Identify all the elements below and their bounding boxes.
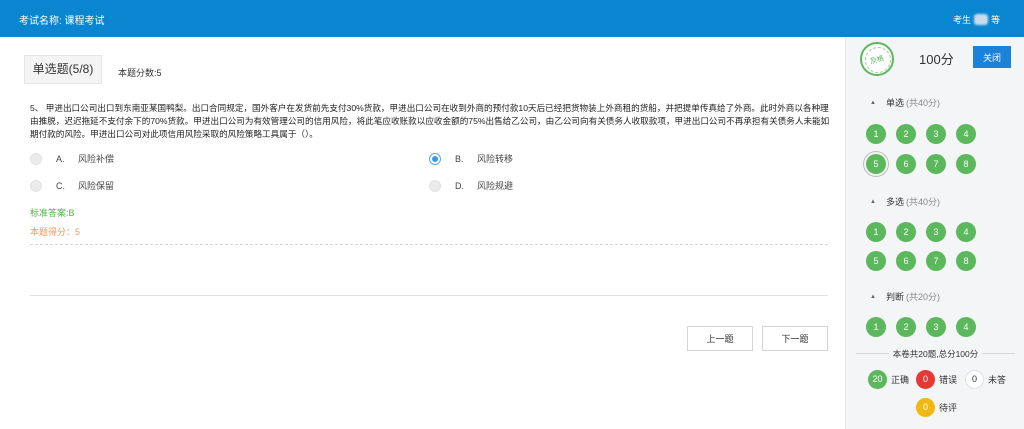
dashed-divider <box>30 244 828 245</box>
judge-q-4[interactable]: 4 <box>956 317 976 337</box>
legend-correct-label: 正确 <box>891 375 910 385</box>
multi-q-3[interactable]: 3 <box>926 222 946 242</box>
exam-summary: 本卷共20题,总分100分 <box>846 348 1024 360</box>
section-points: (共20分) <box>905 292 940 302</box>
section-header-judge[interactable]: ▲ 判断 (共20分) <box>870 290 940 303</box>
option-a[interactable]: A. 风险补偿 <box>30 152 114 165</box>
single-q-1[interactable]: 1 <box>866 124 886 144</box>
prev-question-button[interactable]: 上一题 <box>687 326 753 351</box>
student-name-tail: 等 <box>990 15 1000 25</box>
student-label: 考生 <box>952 15 971 25</box>
option-c-radio[interactable] <box>30 179 42 192</box>
divider <box>30 295 828 296</box>
student-name-redacted <box>973 14 988 25</box>
question-score: 本题分数:5 <box>118 68 162 78</box>
option-b-letter: B. <box>455 153 464 164</box>
multi-q-5[interactable]: 5 <box>866 251 886 271</box>
legend-wrong-label: 错误 <box>939 375 958 385</box>
single-q-5-current[interactable]: 5 <box>866 154 886 174</box>
option-a-radio[interactable] <box>30 152 42 165</box>
stamp-text: 及格 <box>869 55 885 66</box>
legend-pending-count: 0 <box>916 398 935 417</box>
option-c-text: 风险保留 <box>78 181 115 191</box>
single-q-2[interactable]: 2 <box>896 124 916 144</box>
judge-q-1[interactable]: 1 <box>866 317 886 337</box>
student-info: 考生 等 <box>953 13 1000 26</box>
legend-unanswered: 0 未答 <box>965 370 1006 389</box>
option-a-letter: A. <box>56 153 65 164</box>
section-name: 单选 <box>885 98 904 108</box>
multi-q-7[interactable]: 7 <box>926 251 946 271</box>
legend-unanswered-label: 未答 <box>988 375 1007 385</box>
option-b[interactable]: B. 风险转移 <box>429 152 513 165</box>
question-type-label: 单选题(5/8) <box>24 55 102 84</box>
section-header-multiple[interactable]: ▲ 多选 (共40分) <box>870 195 940 208</box>
close-button[interactable]: 关闭 <box>973 46 1011 68</box>
legend-wrong-count: 0 <box>916 370 935 389</box>
legend-correct: 20 正确 <box>868 370 909 389</box>
collapse-triangle-icon: ▲ <box>870 198 876 205</box>
multi-q-6[interactable]: 6 <box>896 251 916 271</box>
single-q-8[interactable]: 8 <box>956 154 976 174</box>
option-d[interactable]: D. 风险规避 <box>429 179 513 192</box>
legend-correct-count: 20 <box>868 370 887 389</box>
collapse-triangle-icon: ▲ <box>870 293 876 300</box>
next-question-button[interactable]: 下一题 <box>762 326 828 351</box>
option-d-radio[interactable] <box>429 179 441 192</box>
legend-pending-label: 待评 <box>939 403 958 413</box>
multi-q-8[interactable]: 8 <box>956 251 976 271</box>
pass-stamp-icon: 及格 <box>860 42 894 76</box>
multi-q-1[interactable]: 1 <box>866 222 886 242</box>
option-b-text: 风险转移 <box>477 154 514 164</box>
legend-unanswered-count: 0 <box>965 370 984 389</box>
legend-wrong: 0 错误 <box>916 370 957 389</box>
section-header-single[interactable]: ▲ 单选 (共40分) <box>870 96 940 109</box>
judge-q-3[interactable]: 3 <box>926 317 946 337</box>
exam-summary-text: 本卷共20题,总分100分 <box>888 349 983 359</box>
multi-q-4[interactable]: 4 <box>956 222 976 242</box>
section-points: (共40分) <box>905 98 940 108</box>
top-bar: 考试名称: 课程考试 考生 等 <box>0 0 1024 37</box>
option-c[interactable]: C. 风险保留 <box>30 179 114 192</box>
total-score: 100分 <box>919 52 954 67</box>
earned-score: 本题得分：5 <box>30 227 81 237</box>
single-q-3[interactable]: 3 <box>926 124 946 144</box>
option-d-letter: D. <box>455 180 464 191</box>
option-d-text: 风险规避 <box>477 181 514 191</box>
section-name: 判断 <box>885 292 904 302</box>
legend-pending: 0 待评 <box>916 398 957 417</box>
question-panel: 单选题(5/8) 本题分数:5 5、 甲进出口公司出口到东南亚某国鸭梨。出口合同… <box>0 37 845 429</box>
question-text: 5、 甲进出口公司出口到东南亚某国鸭梨。出口合同规定，国外客户在发货前先支付30… <box>30 103 830 139</box>
option-c-letter: C. <box>56 180 65 191</box>
option-b-radio[interactable] <box>429 152 441 165</box>
answer-sheet-sidebar: 及格 100分 关闭 ▲ 单选 (共40分) 1 2 3 4 5 6 7 8 ▲… <box>845 37 1024 429</box>
section-points: (共40分) <box>905 197 940 207</box>
multi-q-2[interactable]: 2 <box>896 222 916 242</box>
section-name: 多选 <box>885 197 904 207</box>
judge-q-2[interactable]: 2 <box>896 317 916 337</box>
standard-answer: 标准答案:B <box>30 208 75 218</box>
exam-title: 考试名称: 课程考试 <box>19 16 105 27</box>
collapse-triangle-icon: ▲ <box>870 99 876 106</box>
option-a-text: 风险补偿 <box>78 154 115 164</box>
single-q-6[interactable]: 6 <box>896 154 916 174</box>
single-q-4[interactable]: 4 <box>956 124 976 144</box>
single-q-7[interactable]: 7 <box>926 154 946 174</box>
